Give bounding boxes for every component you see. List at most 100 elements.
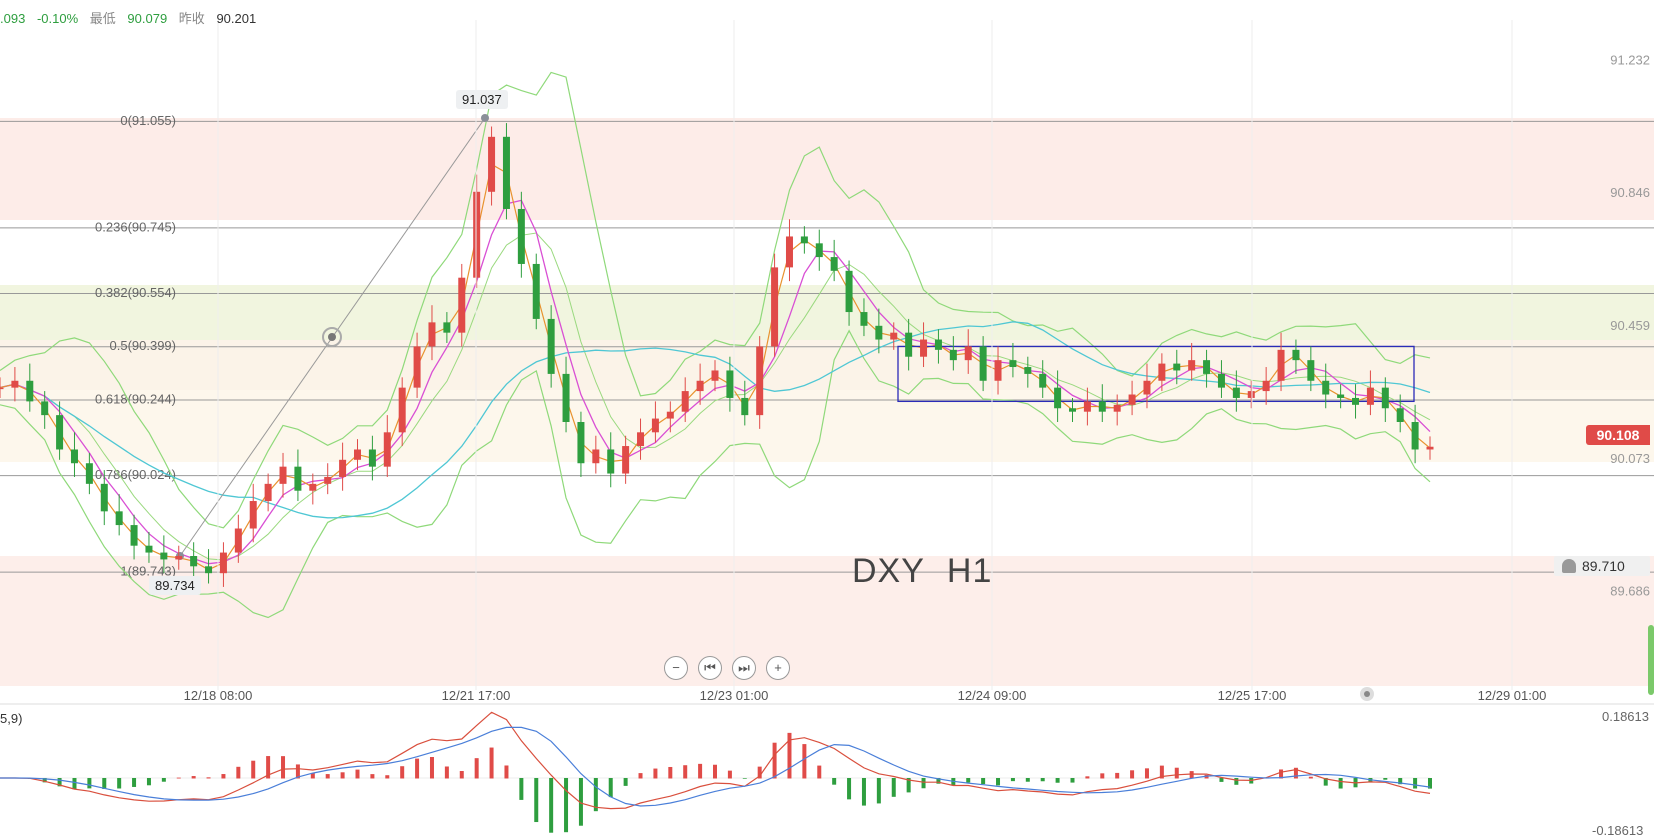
scroll-handle-dot [1364, 691, 1370, 697]
bell-icon [1562, 559, 1576, 573]
candle-body-68 [1009, 360, 1017, 368]
watermark-timeframe: H1 [946, 552, 993, 590]
macd-bar-80 [1189, 771, 1194, 779]
macd-pane [0, 711, 1432, 833]
macd-bar-93 [1383, 778, 1388, 780]
macd-bar-76 [1130, 770, 1135, 779]
macd-bar-32 [474, 758, 479, 779]
macd-bar-55 [817, 765, 822, 779]
candle-body-91 [1352, 397, 1360, 405]
macd-bar-74 [1100, 773, 1105, 779]
jump-end-button[interactable]: ⏭ [732, 656, 756, 680]
candle-body-34 [502, 136, 510, 209]
candle-body-52 [771, 267, 779, 347]
candle-body-70 [1039, 373, 1047, 388]
time-tick-3: 12/24 09:00 [958, 688, 1027, 703]
candle-body-12 [175, 556, 183, 560]
macd-bar-73 [1085, 776, 1090, 779]
candle-body-80 [1188, 360, 1196, 371]
macd-bar-79 [1174, 767, 1179, 779]
candle-body-94 [1396, 408, 1404, 422]
price-alert[interactable]: 89.710 [1554, 556, 1650, 576]
candle-body-22 [324, 476, 332, 484]
candle-body-81 [1203, 360, 1211, 374]
candle-body-63 [934, 339, 942, 350]
candle-body-39 [577, 422, 585, 464]
side-scroll-indicator [1648, 625, 1654, 695]
candle-body-50 [741, 397, 749, 416]
candle-body-6 [85, 463, 93, 484]
time-tick-4: 12/25 17:00 [1218, 688, 1287, 703]
candle-body-38 [562, 373, 570, 422]
macd-bar-60 [891, 778, 896, 797]
time-tick-0: 12/18 08:00 [184, 688, 253, 703]
macd-bar-37 [549, 778, 554, 833]
macd-bar-68 [1010, 778, 1015, 782]
candle-body-92 [1366, 387, 1374, 405]
macd-bar-42 [623, 778, 628, 786]
candle-body-66 [979, 346, 987, 381]
candle-body-47 [696, 380, 704, 392]
macd-bar-25 [370, 774, 375, 779]
zoom-out-button[interactable]: − [664, 656, 688, 680]
candle-body-29 [428, 322, 436, 347]
macd-bar-27 [400, 766, 405, 779]
candle-body-28 [413, 346, 421, 388]
candle-body-5 [70, 449, 78, 464]
macd-bar-52 [772, 742, 777, 779]
candle-body-31 [458, 277, 466, 333]
candle-body-96 [1426, 446, 1434, 450]
macd-bar-41 [608, 778, 613, 798]
price-tick-1: 90.846 [1610, 185, 1650, 200]
candle-body-67 [994, 360, 1002, 381]
macd-bar-67 [996, 778, 1001, 786]
macd-bar-49 [727, 770, 732, 779]
macd-bar-24 [355, 769, 360, 779]
candle-body-11 [160, 552, 168, 560]
swing-high-label: 91.037 [456, 90, 508, 109]
fib-label-3: 0.5(90.399) [110, 338, 177, 353]
candle-body-64 [949, 349, 957, 361]
macd-bar-8 [117, 778, 122, 789]
candle-body-93 [1381, 387, 1389, 409]
price-tick-2: 90.459 [1610, 318, 1650, 333]
macd-bar-95 [1413, 778, 1418, 789]
candle-body-36 [532, 263, 540, 319]
macd-bar-57 [847, 778, 852, 800]
macd-bar-19 [281, 756, 286, 779]
candle-body-85 [1262, 380, 1270, 392]
candle-body-42 [622, 446, 630, 474]
macd-bar-56 [832, 778, 837, 785]
candle-body-8 [115, 511, 123, 526]
candle-body-71 [1054, 387, 1062, 409]
candle-body-88 [1307, 360, 1315, 381]
change-percent: -0.10% [36, 11, 79, 26]
fib-zone-mid2 [0, 340, 1654, 390]
jump-start-button[interactable]: ⏮ [698, 656, 722, 680]
price-tick-0: 91.232 [1610, 53, 1650, 68]
macd-bar-5 [72, 778, 77, 790]
macd-bar-40 [593, 778, 598, 812]
macd-bar-34 [504, 765, 509, 779]
candle-body-89 [1322, 380, 1330, 395]
prev-close-label: 昨收 [178, 11, 205, 26]
candle-body-83 [1232, 387, 1240, 398]
candle-body-16 [234, 528, 242, 553]
candle-body-7 [100, 483, 108, 512]
chart-canvas[interactable]: 0(91.055) 0.236(90.745) 0.382(90.554) 0.5(9… [0, 0, 1654, 834]
candle-body-59 [875, 325, 883, 340]
macd-bar-90 [1338, 778, 1343, 789]
macd-label: 5,9) [0, 711, 23, 726]
candle-body-18 [264, 483, 272, 502]
zoom-in-button[interactable]: + [766, 656, 790, 680]
candle-body-30 [443, 322, 451, 333]
macd-bar-75 [1115, 772, 1120, 779]
macd-bar-9 [132, 778, 137, 787]
candle-body-3 [41, 401, 49, 416]
macd-bar-12 [176, 777, 181, 779]
candle-body-44 [651, 418, 659, 433]
macd-bar-11 [161, 778, 166, 782]
candle-body-40 [592, 449, 600, 464]
chart-navigation: − ⏮ ⏭ + [664, 656, 790, 680]
macd-bar-10 [146, 778, 151, 786]
